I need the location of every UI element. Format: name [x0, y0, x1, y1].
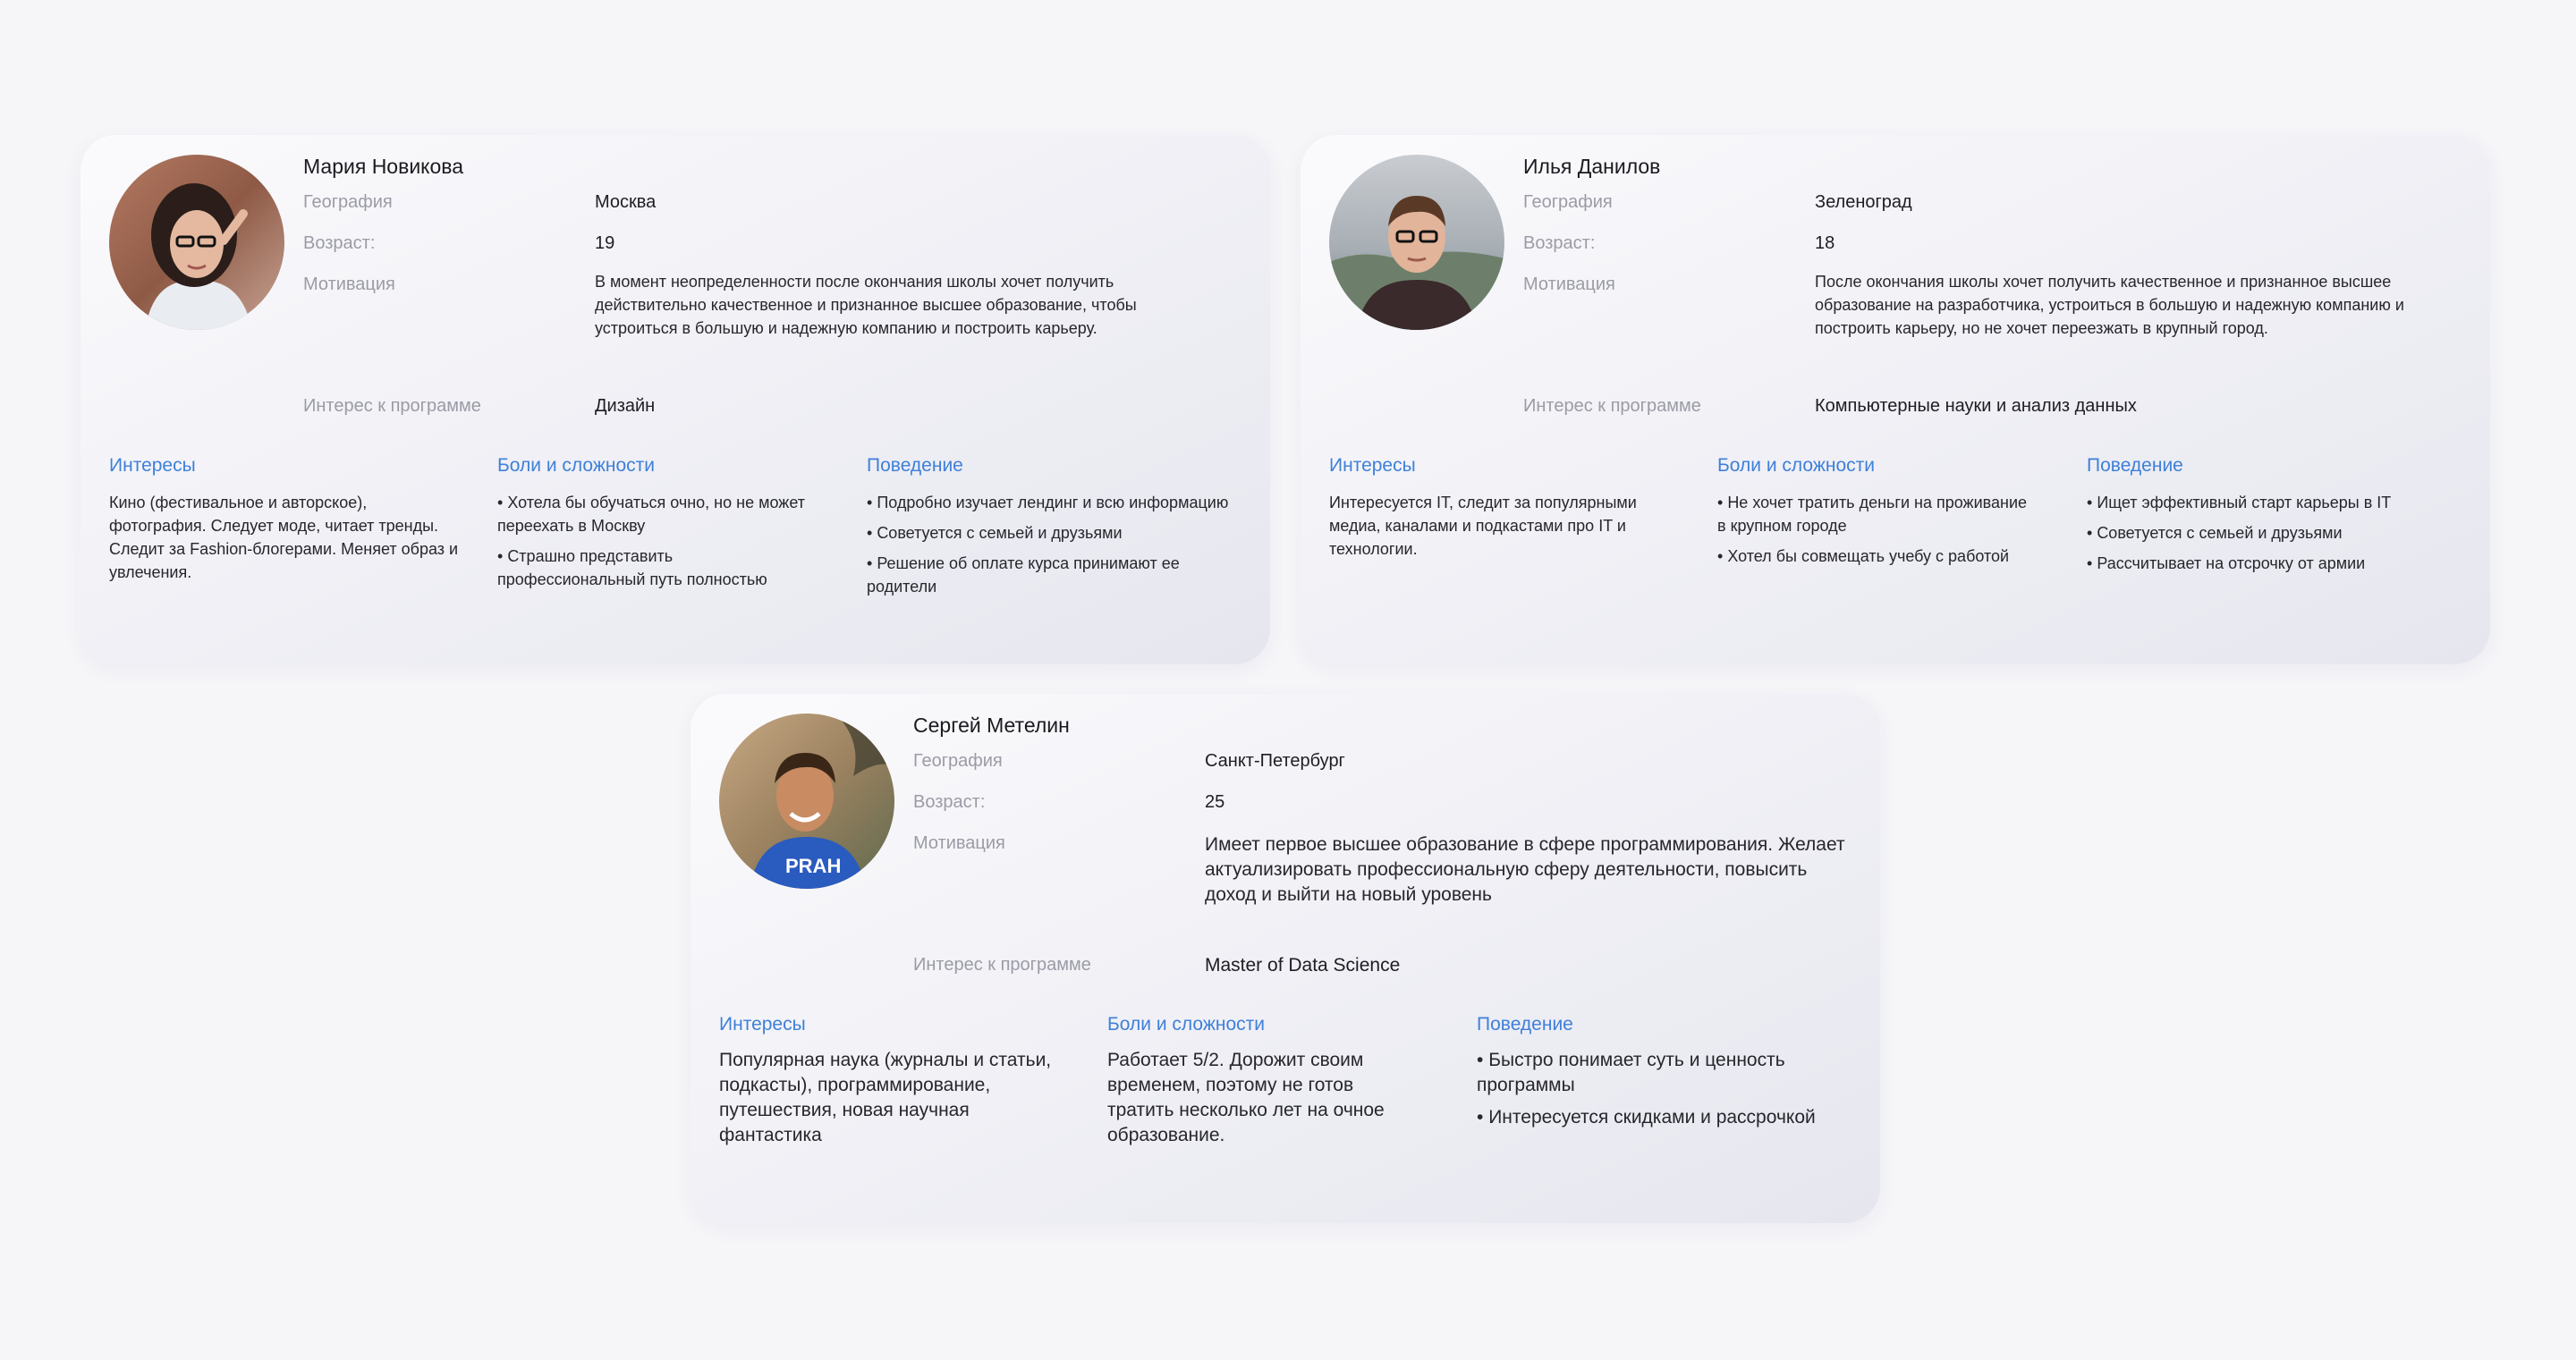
interests-text: Кино (фестивальное и авторское), фотогра… — [109, 494, 459, 581]
interest-label: Интерес к программе — [913, 955, 1091, 975]
interest-value: Компьютерные науки и анализ данных — [1815, 396, 2137, 416]
interests-title: Интересы — [719, 1014, 806, 1035]
persona-card-maria: Мария Новикова География Москва Возраст:… — [80, 135, 1270, 664]
svg-text:PRAH: PRAH — [785, 855, 841, 877]
age-label: Возраст: — [913, 792, 986, 812]
list-item: Не хочет тратить деньги на проживание в … — [1717, 491, 2039, 537]
geography-label: География — [303, 192, 393, 212]
motivation-label: Мотивация — [913, 833, 1005, 853]
motivation-text: Имеет первое высшее образование в сфере … — [1205, 834, 1845, 905]
geography-label: География — [1523, 192, 1613, 212]
motivation-text: В момент неопределенности после окончани… — [595, 273, 1137, 337]
pains-title: Боли и сложности — [1717, 455, 1875, 476]
pains-title: Боли и сложности — [497, 455, 655, 476]
avatar-photo: PRAH — [719, 714, 894, 889]
interests-title: Интересы — [1329, 455, 1416, 476]
geography-value: Санкт-Петербург — [1205, 751, 1345, 771]
list-item: Ищет эффективный старт карьеры в IT — [2087, 491, 2462, 514]
behavior-list: Ищет эффективный старт карьеры в IT Сове… — [2087, 491, 2462, 582]
list-item: Интересуется скидками и рассрочкой — [1477, 1105, 1835, 1130]
geography-value: Зеленоград — [1815, 192, 1912, 212]
list-item: Советуется с семьей и друзьями — [2087, 521, 2462, 545]
age-label: Возраст: — [1523, 233, 1596, 253]
avatar-photo — [1329, 155, 1504, 330]
list-item: Рассчитывает на отсрочку от армии — [2087, 552, 2462, 575]
behavior-list: Подробно изучает лендинг и всю информаци… — [867, 491, 1242, 605]
pains-list: Хотела бы обучаться очно, но не может пе… — [497, 491, 819, 598]
list-item: Быстро понимает суть и ценность программ… — [1477, 1048, 1835, 1098]
list-item: Советуется с семьей и друзьями — [867, 521, 1242, 545]
motivation-label: Мотивация — [303, 275, 395, 294]
list-item: Решение об оплате курса принимают ее род… — [867, 552, 1242, 598]
behavior-list: Быстро понимает суть и ценность программ… — [1477, 1048, 1835, 1137]
persona-name: Илья Данилов — [1523, 155, 1661, 178]
interest-value: Дизайн — [595, 396, 656, 416]
interest-label: Интерес к программе — [303, 396, 481, 416]
age-label: Возраст: — [303, 233, 376, 253]
age-value: 18 — [1815, 233, 1835, 253]
motivation-label: Мотивация — [1523, 275, 1615, 294]
pains-text: Работает 5/2. Дорожит своим временем, по… — [1107, 1050, 1385, 1145]
behavior-title: Поведение — [2087, 455, 2183, 476]
behavior-title: Поведение — [1477, 1014, 1573, 1035]
geography-value: Москва — [595, 192, 657, 212]
age-value: 25 — [1205, 792, 1225, 812]
interests-text: Популярная наука (журналы и статьи, подк… — [719, 1050, 1052, 1145]
motivation-text: После окончания школы хочет получить кач… — [1815, 273, 2404, 337]
interests-title: Интересы — [109, 455, 196, 476]
list-item: Подробно изучает лендинг и всю информаци… — [867, 491, 1242, 514]
list-item: Хотел бы совмещать учебу с работой — [1717, 545, 2039, 568]
list-item: Хотела бы обучаться очно, но не может пе… — [497, 491, 819, 537]
persona-card-ilya: Илья Данилов География Зеленоград Возрас… — [1301, 135, 2490, 664]
pains-title: Боли и сложности — [1107, 1014, 1265, 1035]
persona-card-sergey: PRAH Сергей Метелин География Санкт-Пете… — [691, 694, 1880, 1223]
age-value: 19 — [595, 233, 615, 253]
interest-label: Интерес к программе — [1523, 396, 1701, 416]
pains-list: Не хочет тратить деньги на проживание в … — [1717, 491, 2039, 575]
personas-board: Мария Новикова География Москва Возраст:… — [0, 0, 2576, 1360]
persona-name: Сергей Метелин — [913, 714, 1070, 737]
list-item: Страшно представить профессиональный пут… — [497, 545, 819, 591]
behavior-title: Поведение — [867, 455, 963, 476]
avatar-photo — [109, 155, 284, 330]
geography-label: География — [913, 751, 1003, 771]
interest-value: Master of Data Science — [1205, 955, 1401, 976]
interests-text: Интересуется IT, следит за популярными м… — [1329, 494, 1637, 558]
persona-name: Мария Новикова — [303, 155, 464, 178]
